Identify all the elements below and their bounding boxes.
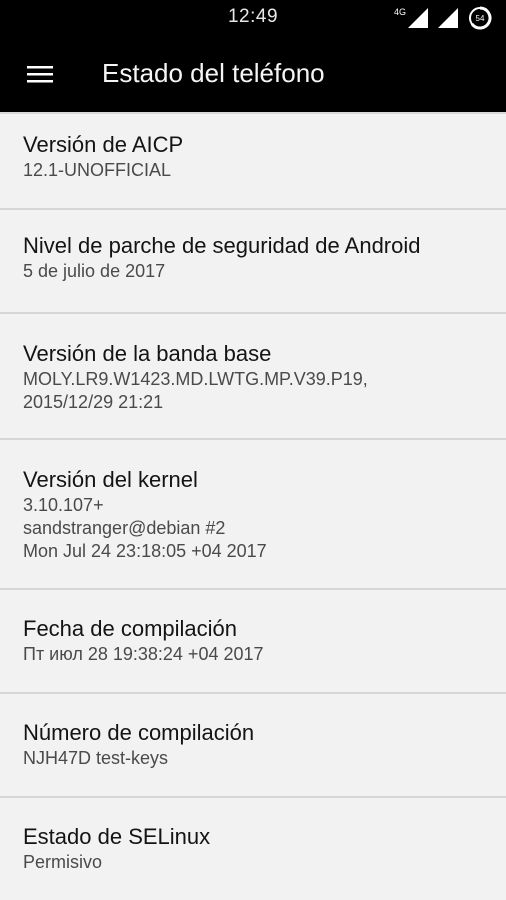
list-item-value: NJH47D test-keys — [23, 748, 169, 768]
signal-wifi-icon — [438, 8, 458, 28]
list-item-title: Versión del kernel — [23, 467, 198, 492]
signal-4g-icon — [408, 8, 428, 28]
list-item-value: 3.10.107+ sandstranger@debian #2 Mon Jul… — [23, 495, 267, 561]
list-item-title: Estado de SELinux — [23, 824, 211, 849]
list-item-security-patch[interactable]: Nivel de parche de seguridad de Android … — [0, 210, 506, 314]
list-item-baseband-version[interactable]: Versión de la banda base MOLY.LR9.W1423.… — [0, 314, 506, 440]
list-item-value: 5 de julio de 2017 — [23, 261, 166, 281]
app-bar: Estado del teléfono — [0, 36, 506, 112]
list-item-title: Versión de AICP — [23, 132, 184, 157]
status-list: Versión de AICP 12.1-UNOFFICIAL Nivel de… — [0, 112, 506, 900]
list-item-value: MOLY.LR9.W1423.MD.LWTG.MP.V39.P19, 2015/… — [23, 369, 368, 412]
status-icons: 4G 54 — [393, 6, 492, 30]
menu-button[interactable] — [20, 54, 60, 94]
list-item-value: 12.1-UNOFFICIAL — [23, 160, 172, 180]
page-title: Estado del teléfono — [102, 58, 325, 88]
list-item-title: Versión de la banda base — [23, 341, 272, 366]
list-item-title: Número de compilación — [23, 720, 255, 745]
list-item-build-number[interactable]: Número de compilación NJH47D test-keys — [0, 694, 506, 798]
list-item-build-date[interactable]: Fecha de compilación Пт июл 28 19:38:24 … — [0, 590, 506, 694]
list-item-kernel-version[interactable]: Versión del kernel 3.10.107+ sandstrange… — [0, 440, 506, 590]
list-item-selinux-status[interactable]: Estado de SELinux Permisivo — [0, 798, 506, 900]
hamburger-menu-icon — [27, 66, 53, 83]
status-bar: 12:49 4G 54 — [0, 0, 506, 36]
list-item-aicp-version[interactable]: Versión de AICP 12.1-UNOFFICIAL — [0, 114, 506, 210]
list-item-value: Пт июл 28 19:38:24 +04 2017 — [23, 644, 264, 664]
list-item-value: Permisivo — [23, 852, 103, 872]
battery-icon: 54 — [469, 6, 492, 30]
list-item-title: Nivel de parche de seguridad de Android — [23, 233, 421, 258]
list-item-title: Fecha de compilación — [23, 616, 238, 641]
battery-level-text: 54 — [476, 14, 485, 23]
network-type-label: 4G — [393, 7, 406, 17]
